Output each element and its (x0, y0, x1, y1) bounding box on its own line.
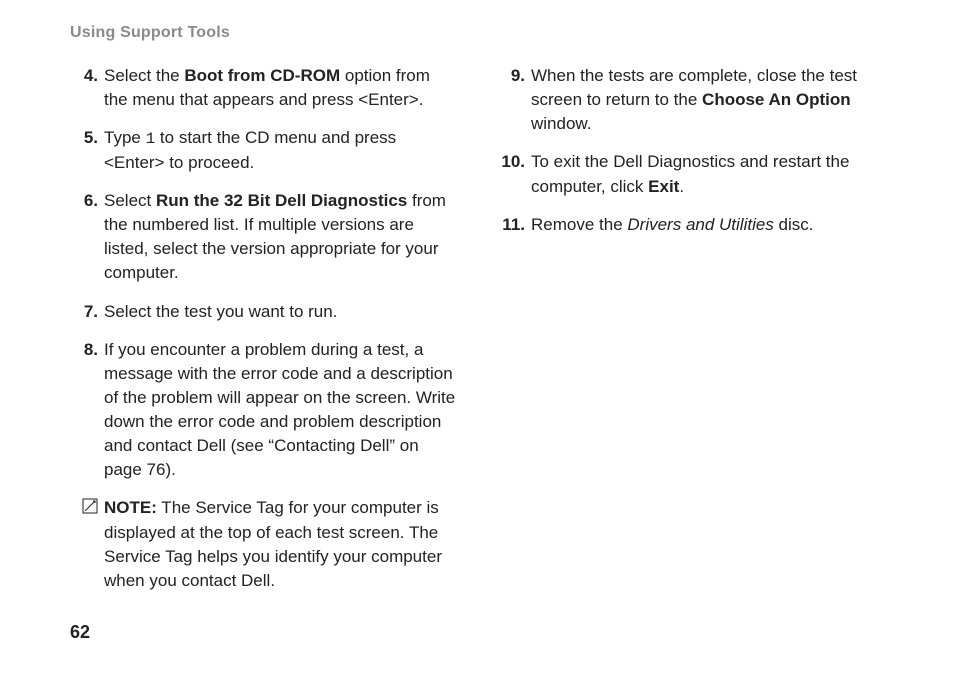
note-icon (70, 496, 104, 593)
list-item: 10.To exit the Dell Diagnostics and rest… (497, 150, 884, 198)
item-text: Type 1 to start the CD menu and press <E… (102, 126, 457, 175)
item-text: Select the test you want to run. (102, 300, 457, 324)
list-item: 9.When the tests are complete, close the… (497, 64, 884, 136)
item-text: Select the Boot from CD-ROM option from … (102, 64, 457, 112)
item-text: Select Run the 32 Bit Dell Diagnostics f… (102, 189, 457, 286)
list-item: 4.Select the Boot from CD-ROM option fro… (70, 64, 457, 112)
item-text: Remove the Drivers and Utilities disc. (529, 213, 884, 237)
item-number: 6. (70, 189, 102, 286)
item-number: 5. (70, 126, 102, 175)
item-number: 7. (70, 300, 102, 324)
section-header: Using Support Tools (70, 24, 884, 42)
list-item: 6.Select Run the 32 Bit Dell Diagnostics… (70, 189, 457, 286)
list-item: 8.If you encounter a problem during a te… (70, 338, 457, 483)
item-number: 10. (497, 150, 529, 198)
item-text: When the tests are complete, close the t… (529, 64, 884, 136)
right-column: 9.When the tests are complete, close the… (497, 64, 884, 593)
content-columns: 4.Select the Boot from CD-ROM option fro… (70, 64, 884, 593)
manual-page: Using Support Tools 4.Select the Boot fr… (0, 0, 954, 677)
left-column: 4.Select the Boot from CD-ROM option fro… (70, 64, 457, 593)
note-text: NOTE: The Service Tag for your computer … (104, 496, 457, 593)
item-text: To exit the Dell Diagnostics and restart… (529, 150, 884, 198)
page-number: 62 (70, 622, 90, 643)
list-item: 11.Remove the Drivers and Utilities disc… (497, 213, 884, 237)
item-number: 9. (497, 64, 529, 136)
item-number: 4. (70, 64, 102, 112)
list-item: 5.Type 1 to start the CD menu and press … (70, 126, 457, 175)
item-number: 11. (497, 213, 529, 237)
note-block: NOTE: The Service Tag for your computer … (70, 496, 457, 593)
list-item: 7.Select the test you want to run. (70, 300, 457, 324)
item-number: 8. (70, 338, 102, 483)
item-text: If you encounter a problem during a test… (102, 338, 457, 483)
